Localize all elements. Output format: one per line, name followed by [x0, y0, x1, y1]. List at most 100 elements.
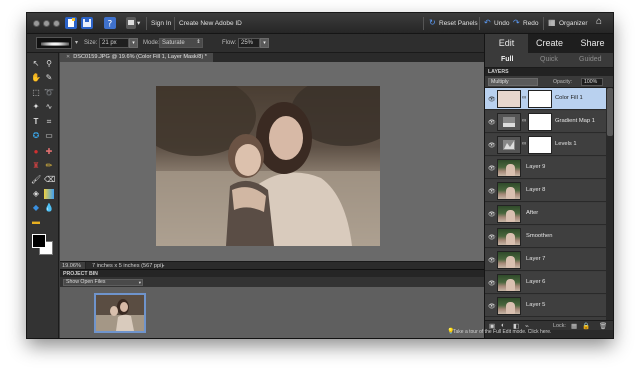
- close-icon[interactable]: ✕: [66, 54, 70, 60]
- healing-brush-tool-icon[interactable]: ✚: [44, 147, 54, 157]
- canvas-area[interactable]: [60, 62, 484, 261]
- help-icon[interactable]: ?: [104, 17, 116, 30]
- scrollbar-thumb[interactable]: [607, 88, 613, 136]
- layer-row[interactable]: 👁 ∞ Gradient Map 1: [485, 111, 606, 133]
- red-eye-tool-icon[interactable]: ●: [31, 147, 41, 157]
- clone-stamp-tool-icon[interactable]: ♜: [31, 161, 41, 171]
- quick-selection-tool-icon[interactable]: ∿: [44, 102, 54, 112]
- straighten-tool-icon[interactable]: ▭: [44, 131, 54, 141]
- document-title: DSC0159.JPG @ 19.6% (Color Fill 1, Layer…: [73, 54, 207, 60]
- close-window-button[interactable]: [33, 20, 40, 27]
- eraser-tool-icon[interactable]: ⌫: [44, 175, 55, 185]
- eye-icon[interactable]: 👁: [488, 280, 496, 287]
- brush-tool-icon[interactable]: 🖌: [31, 175, 41, 185]
- eye-icon[interactable]: 👁: [488, 188, 496, 195]
- layer-row[interactable]: 👁 ∞ Color Fill 1: [485, 88, 606, 110]
- lasso-tool-icon[interactable]: ➰: [44, 88, 54, 98]
- layer-row[interactable]: 👁 Layer 5: [485, 295, 606, 317]
- foreground-color-swatch[interactable]: [32, 234, 46, 248]
- layer-row[interactable]: 👁 Layer 9: [485, 157, 606, 179]
- paint-bucket-tool-icon[interactable]: ◈: [31, 189, 41, 199]
- bin-thumbnail[interactable]: [94, 293, 146, 333]
- layer-row[interactable]: 👁 After: [485, 203, 606, 225]
- tab-guided-edit[interactable]: Guided: [579, 56, 602, 63]
- type-tool-icon[interactable]: T: [31, 117, 41, 127]
- document-tab[interactable]: ✕ DSC0159.JPG @ 19.6% (Color Fill 1, Laye…: [60, 53, 213, 62]
- redo-icon[interactable]: ↷: [513, 18, 520, 27]
- minimize-window-button[interactable]: [43, 20, 50, 27]
- screen-mode-dropdown-icon[interactable]: ▾: [137, 19, 140, 27]
- layer-mask-thumbnail[interactable]: [528, 90, 552, 108]
- eye-icon[interactable]: 👁: [488, 96, 496, 103]
- tab-full-edit[interactable]: Full: [501, 56, 513, 63]
- zoom-tool-icon[interactable]: ⚲: [44, 59, 54, 69]
- toolbar-separator: [174, 17, 175, 30]
- eye-icon[interactable]: 👁: [488, 119, 496, 126]
- size-field[interactable]: 21 px: [99, 38, 129, 48]
- eyedropper-tool-icon[interactable]: ✎: [44, 73, 54, 83]
- reset-panels-button[interactable]: Reset Panels: [439, 20, 478, 27]
- project-bin-filter-label: Show Open Files: [66, 279, 106, 285]
- reset-icon[interactable]: ↻: [429, 18, 436, 27]
- flow-field[interactable]: 25%: [238, 38, 260, 48]
- screen-mode-icon[interactable]: [126, 17, 136, 29]
- zoom-box[interactable]: 19.06%: [60, 262, 86, 269]
- opacity-field[interactable]: 100%: [581, 78, 603, 86]
- eye-icon[interactable]: 👁: [488, 211, 496, 218]
- tab-create[interactable]: Create: [528, 34, 571, 53]
- eye-icon[interactable]: 👁: [488, 165, 496, 172]
- blur-tool-icon[interactable]: 💧: [44, 203, 54, 213]
- layer-row[interactable]: 👁 Layer 8: [485, 180, 606, 202]
- trash-icon[interactable]: 🗑: [599, 322, 607, 330]
- layer-thumbnail: [497, 205, 521, 223]
- redo-button[interactable]: Redo: [523, 20, 539, 27]
- save-icon[interactable]: [81, 17, 93, 29]
- project-bin-filter[interactable]: Show Open Files ▾: [63, 279, 143, 286]
- shape-tool-icon[interactable]: ◆: [31, 203, 41, 213]
- sign-in-link[interactable]: Sign In: [151, 20, 171, 27]
- move-tool-icon[interactable]: ↖: [31, 59, 41, 69]
- create-adobe-id-link[interactable]: Create New Adobe ID: [179, 20, 242, 27]
- hand-tool-icon[interactable]: ✋: [31, 73, 41, 83]
- magic-wand-tool-icon[interactable]: ✦: [31, 102, 41, 112]
- undo-icon[interactable]: ↶: [484, 18, 491, 27]
- layers-scrollbar[interactable]: [606, 88, 613, 320]
- crop-tool-icon[interactable]: ⌗: [44, 117, 54, 127]
- pencil-tool-icon[interactable]: ✏: [44, 161, 54, 171]
- zoom-window-button[interactable]: [53, 20, 60, 27]
- tab-quick-edit[interactable]: Quick: [540, 56, 558, 63]
- eye-icon[interactable]: 👁: [488, 257, 496, 264]
- gradient-tool-icon[interactable]: [44, 189, 54, 199]
- blend-mode-select[interactable]: Multiply: [488, 78, 538, 86]
- flow-dropdown-icon[interactable]: ▾: [260, 38, 269, 48]
- eye-icon[interactable]: 👁: [488, 234, 496, 241]
- layer-row[interactable]: 👁 ∞ Levels 1: [485, 134, 606, 156]
- marquee-tool-icon[interactable]: ⬚: [31, 88, 41, 98]
- cookie-cutter-tool-icon[interactable]: ✪: [31, 131, 41, 141]
- home-icon[interactable]: ⌂: [596, 16, 602, 27]
- eye-icon[interactable]: 👁: [488, 142, 496, 149]
- tab-edit[interactable]: Edit: [485, 34, 528, 53]
- new-file-icon[interactable]: [65, 17, 77, 29]
- mode-dropdown-icon[interactable]: ⇕: [194, 38, 203, 48]
- layer-row[interactable]: 👁 Layer 6: [485, 272, 606, 294]
- lock-transparency-icon[interactable]: ▦: [571, 322, 577, 330]
- size-dropdown-icon[interactable]: ▾: [129, 38, 138, 48]
- eye-icon[interactable]: 👁: [488, 303, 496, 310]
- organizer-button[interactable]: Organizer: [559, 20, 588, 27]
- sponge-tool-icon[interactable]: ▬: [31, 217, 41, 227]
- layer-row[interactable]: 👁 Layer 7: [485, 249, 606, 271]
- brush-preview[interactable]: [36, 37, 72, 49]
- layer-row[interactable]: 👁 Smoothen: [485, 226, 606, 248]
- organizer-icon[interactable]: ▦: [548, 18, 556, 27]
- photo-mother-and-daughter[interactable]: [156, 86, 380, 246]
- adjustment-layer-icon[interactable]: ◐: [501, 322, 505, 329]
- layer-mask-thumbnail[interactable]: [528, 136, 552, 154]
- brush-picker-dropdown-icon[interactable]: ▾: [75, 39, 78, 46]
- tab-share[interactable]: Share: [571, 34, 613, 53]
- tour-hint-link[interactable]: Take a tour of the Full Edit mode. Click…: [453, 329, 551, 335]
- undo-button[interactable]: Undo: [494, 20, 510, 27]
- layer-mask-thumbnail[interactable]: [528, 113, 552, 131]
- lock-icon[interactable]: 🔒: [582, 322, 590, 330]
- layer-name: Layer 6: [526, 279, 546, 285]
